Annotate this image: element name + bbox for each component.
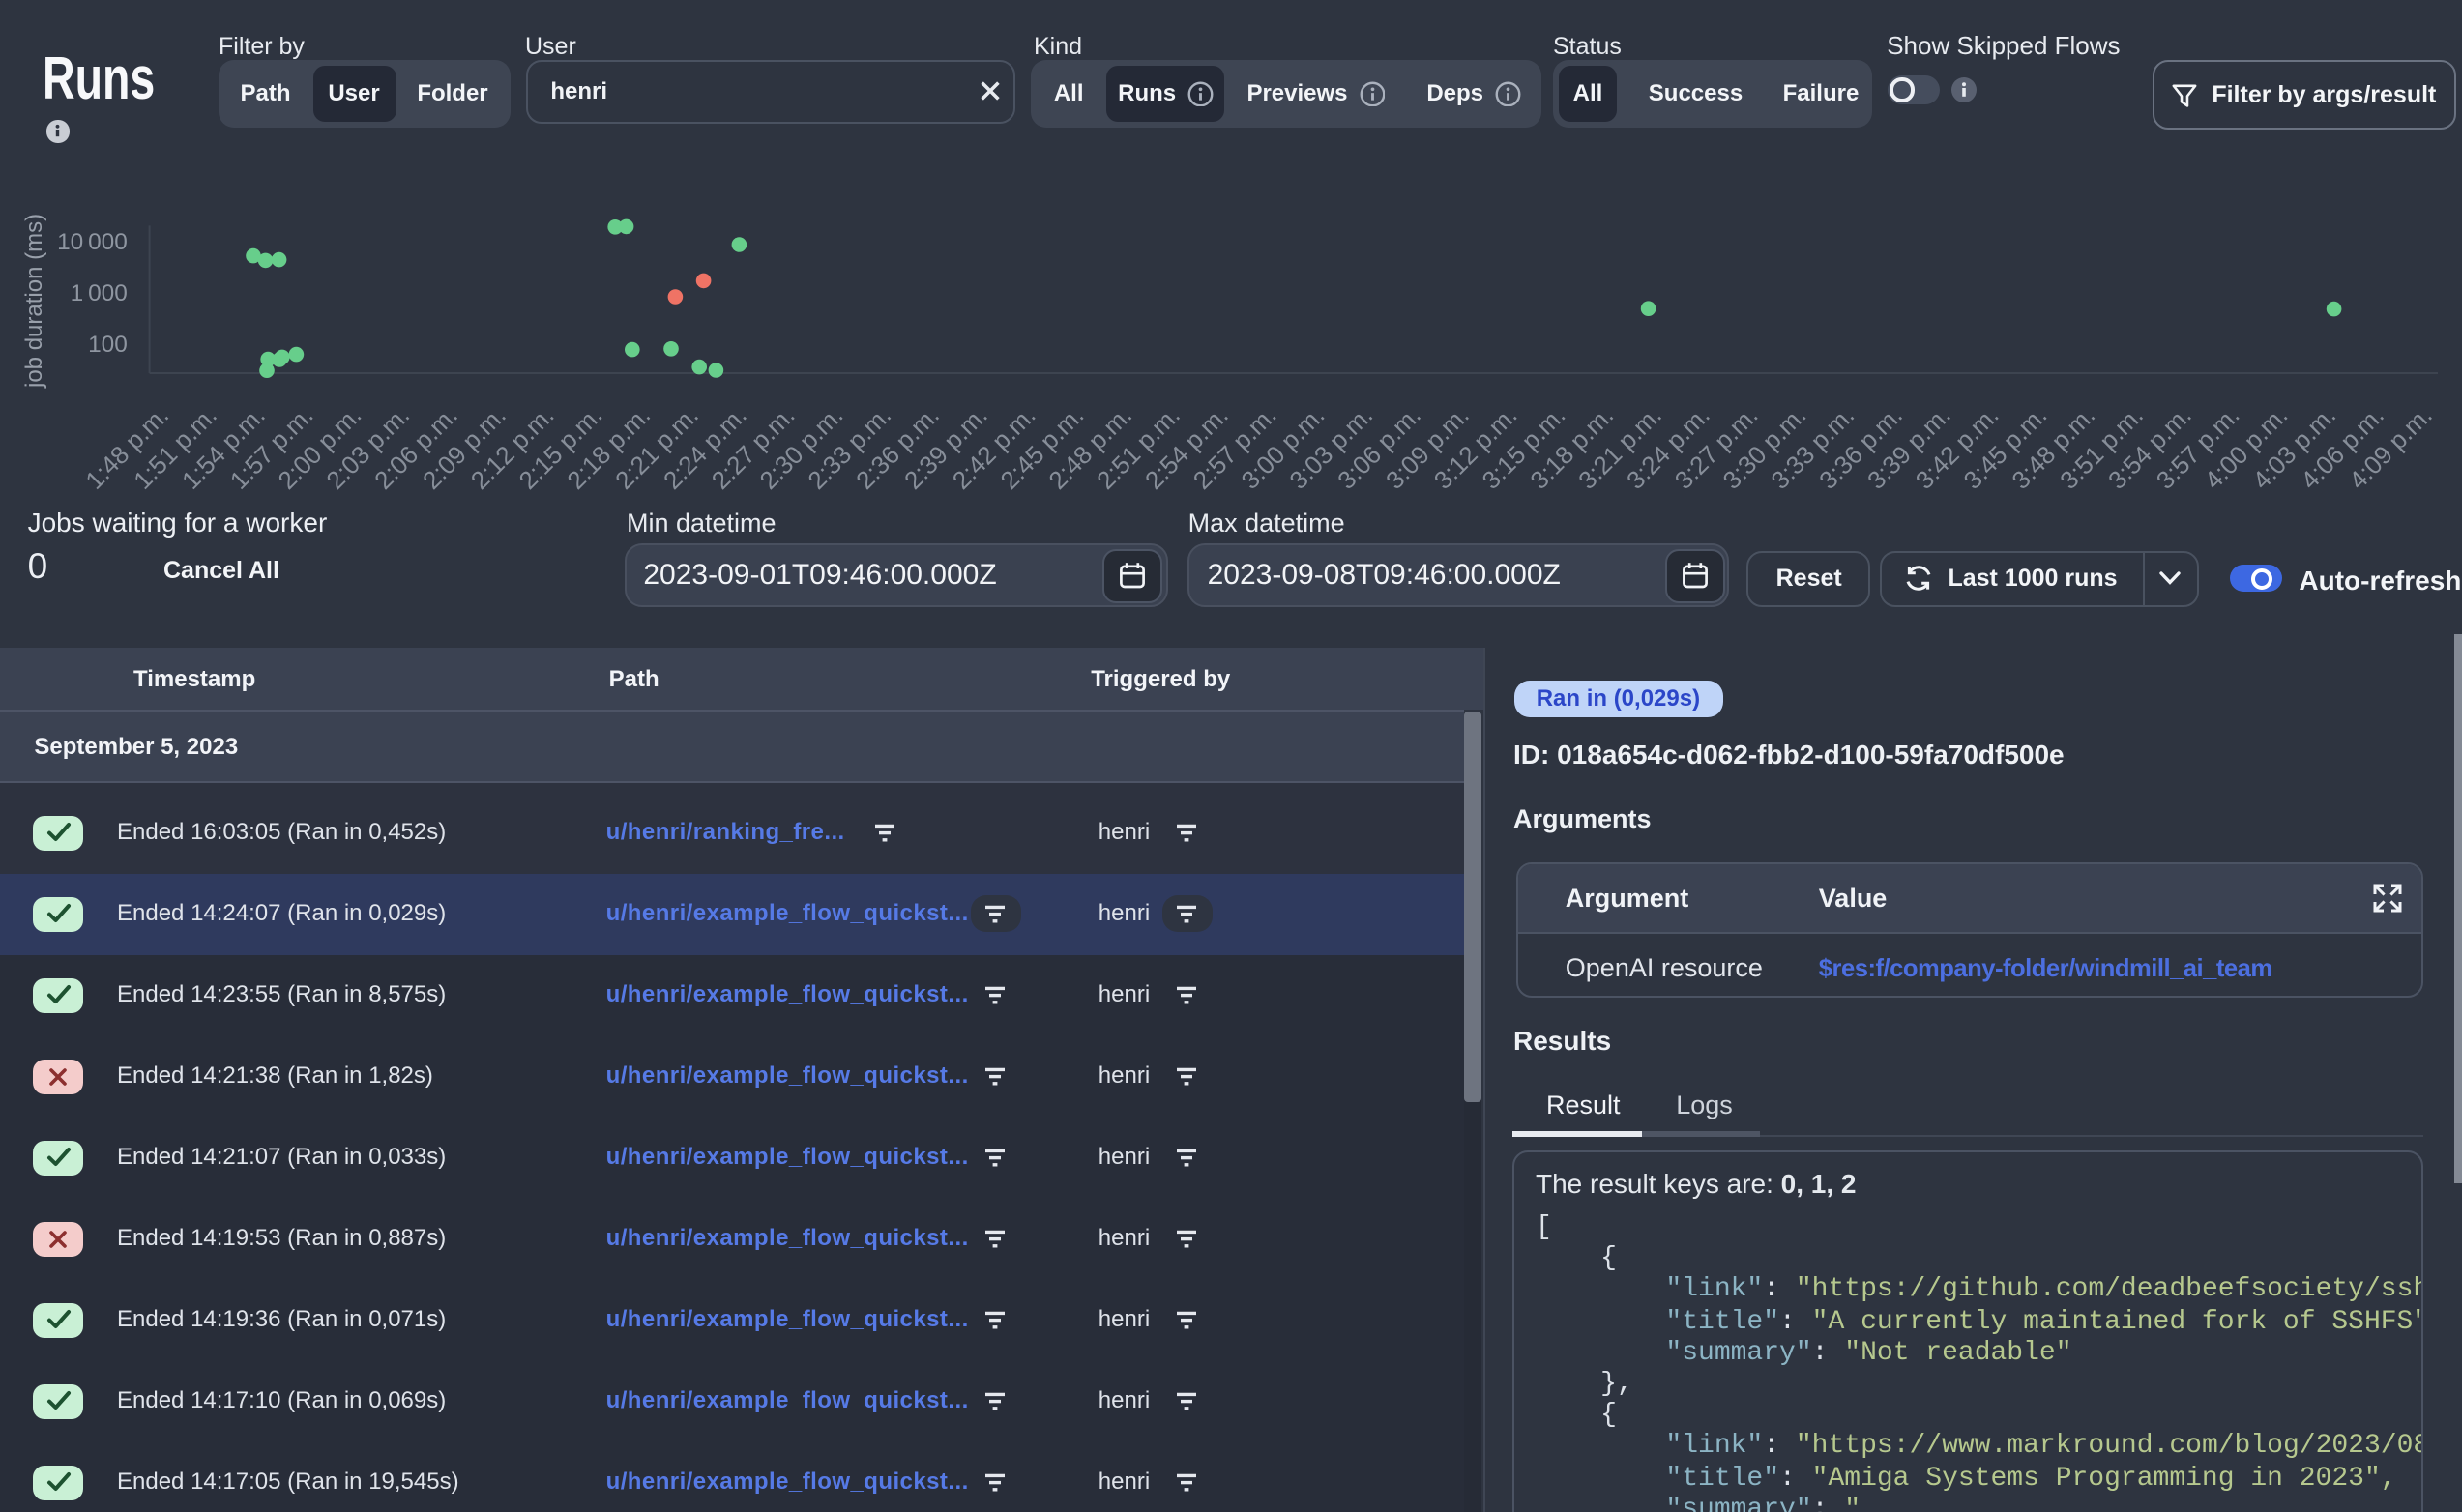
svg-text:100: 100 [88,332,128,358]
svg-text:job duration (ms): job duration (ms) [21,214,47,389]
svg-text:10 000: 10 000 [57,229,128,255]
svg-text:1 000: 1 000 [71,280,128,306]
